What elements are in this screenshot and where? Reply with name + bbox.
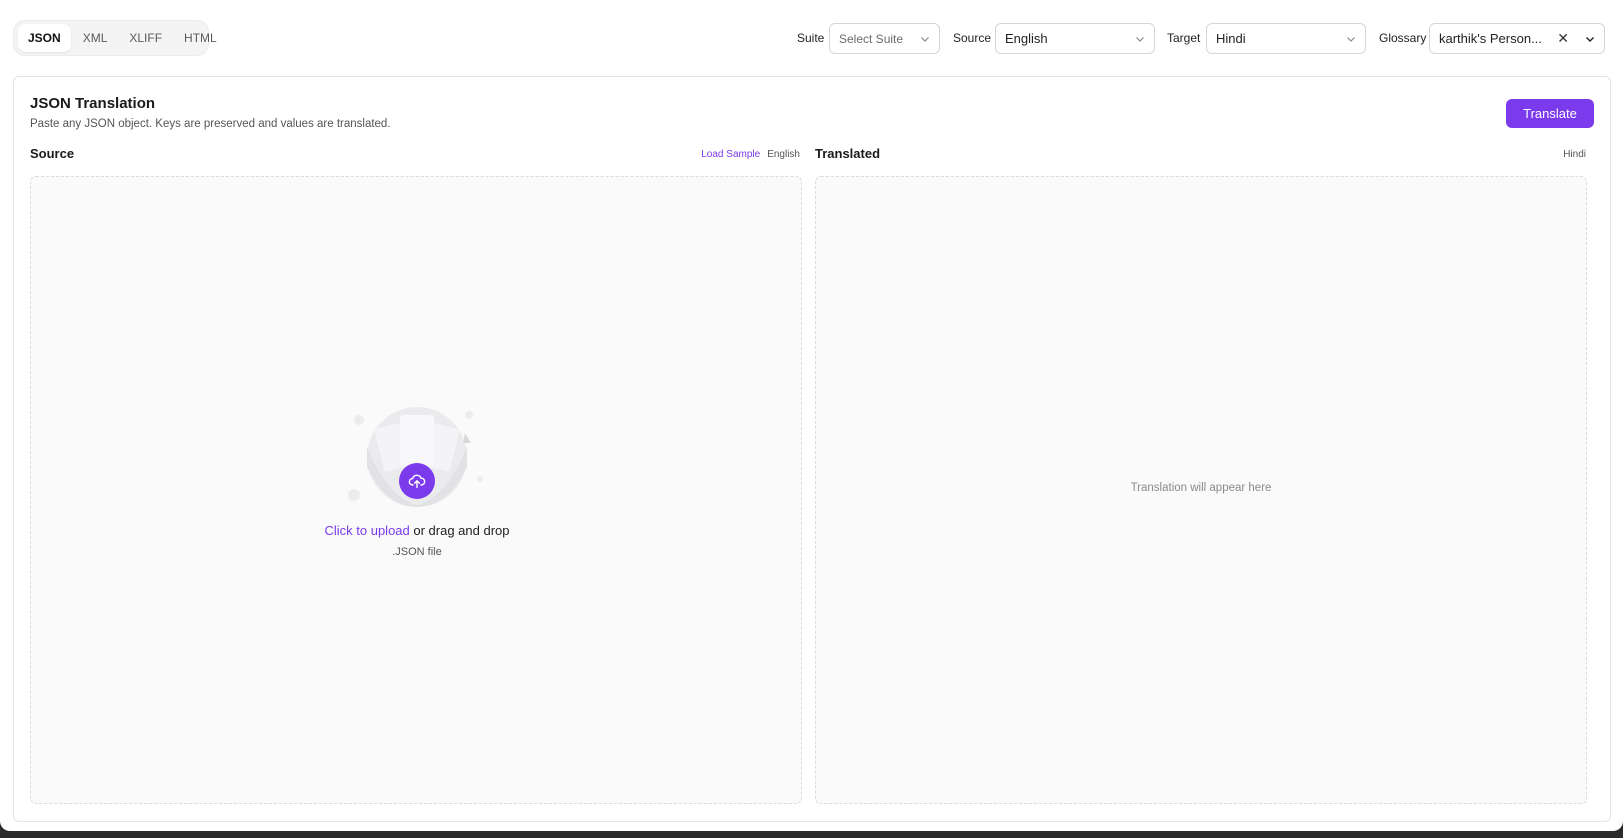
- source-language-value: English: [1005, 31, 1048, 46]
- chevron-down-icon[interactable]: [1585, 34, 1595, 44]
- target-label: Target: [1167, 31, 1201, 45]
- card-title: JSON Translation: [30, 95, 156, 112]
- suite-placeholder: Select Suite: [839, 31, 904, 46]
- source-label: Source: [953, 31, 992, 45]
- source-language-select[interactable]: English: [995, 23, 1155, 54]
- source-pane-title: Source: [30, 146, 75, 161]
- suite-label: Suite: [797, 31, 825, 45]
- load-sample-link[interactable]: Load Sample: [701, 149, 760, 160]
- suite-select[interactable]: Select Suite: [829, 23, 940, 54]
- translation-card: JSON Translation Paste any JSON object. …: [13, 76, 1611, 822]
- card-subtitle: Paste any JSON object. Keys are preserve…: [30, 118, 391, 130]
- translated-pane-language: Hindi: [1563, 149, 1586, 160]
- tab-json[interactable]: JSON: [18, 24, 71, 52]
- chevron-down-icon: [1346, 34, 1356, 44]
- tab-xliff[interactable]: XLIFF: [119, 24, 172, 52]
- tab-xml[interactable]: XML: [73, 24, 118, 52]
- upload-instructions-rest: or drag and drop: [409, 523, 510, 538]
- close-icon[interactable]: ✕: [1557, 30, 1569, 47]
- upload-illustration: [347, 407, 487, 511]
- translate-button[interactable]: Translate: [1506, 99, 1594, 128]
- upload-area: Click to upload or drag and drop .JSON f…: [31, 407, 803, 558]
- upload-instructions: Click to upload or drag and drop: [324, 523, 509, 538]
- chevron-down-icon: [1135, 34, 1145, 44]
- target-language-value: Hindi: [1216, 31, 1246, 46]
- format-tabs: JSON XML XLIFF HTML: [13, 20, 217, 56]
- translation-placeholder: Translation will appear here: [1130, 482, 1272, 494]
- target-language-select[interactable]: Hindi: [1206, 23, 1366, 54]
- upload-file-type-hint: .JSON file: [392, 546, 442, 558]
- translated-pane-title: Translated: [815, 146, 881, 161]
- source-pane-language: English: [767, 149, 800, 160]
- tab-html[interactable]: HTML: [174, 24, 227, 52]
- source-pane-meta: Load Sample English: [701, 149, 800, 160]
- glossary-value: karthik's Person...: [1439, 31, 1542, 46]
- translated-output: Translation will appear here: [815, 176, 1587, 804]
- upload-cloud-icon[interactable]: [399, 463, 435, 499]
- glossary-select[interactable]: karthik's Person... ✕: [1429, 23, 1605, 54]
- source-dropzone[interactable]: Click to upload or drag and drop .JSON f…: [30, 176, 802, 804]
- click-to-upload-link[interactable]: Click to upload: [324, 523, 409, 538]
- chevron-down-icon: [920, 34, 930, 44]
- glossary-label: Glossary: [1379, 31, 1427, 45]
- page: JSON XML XLIFF HTML Suite Select Suite S…: [0, 0, 1623, 831]
